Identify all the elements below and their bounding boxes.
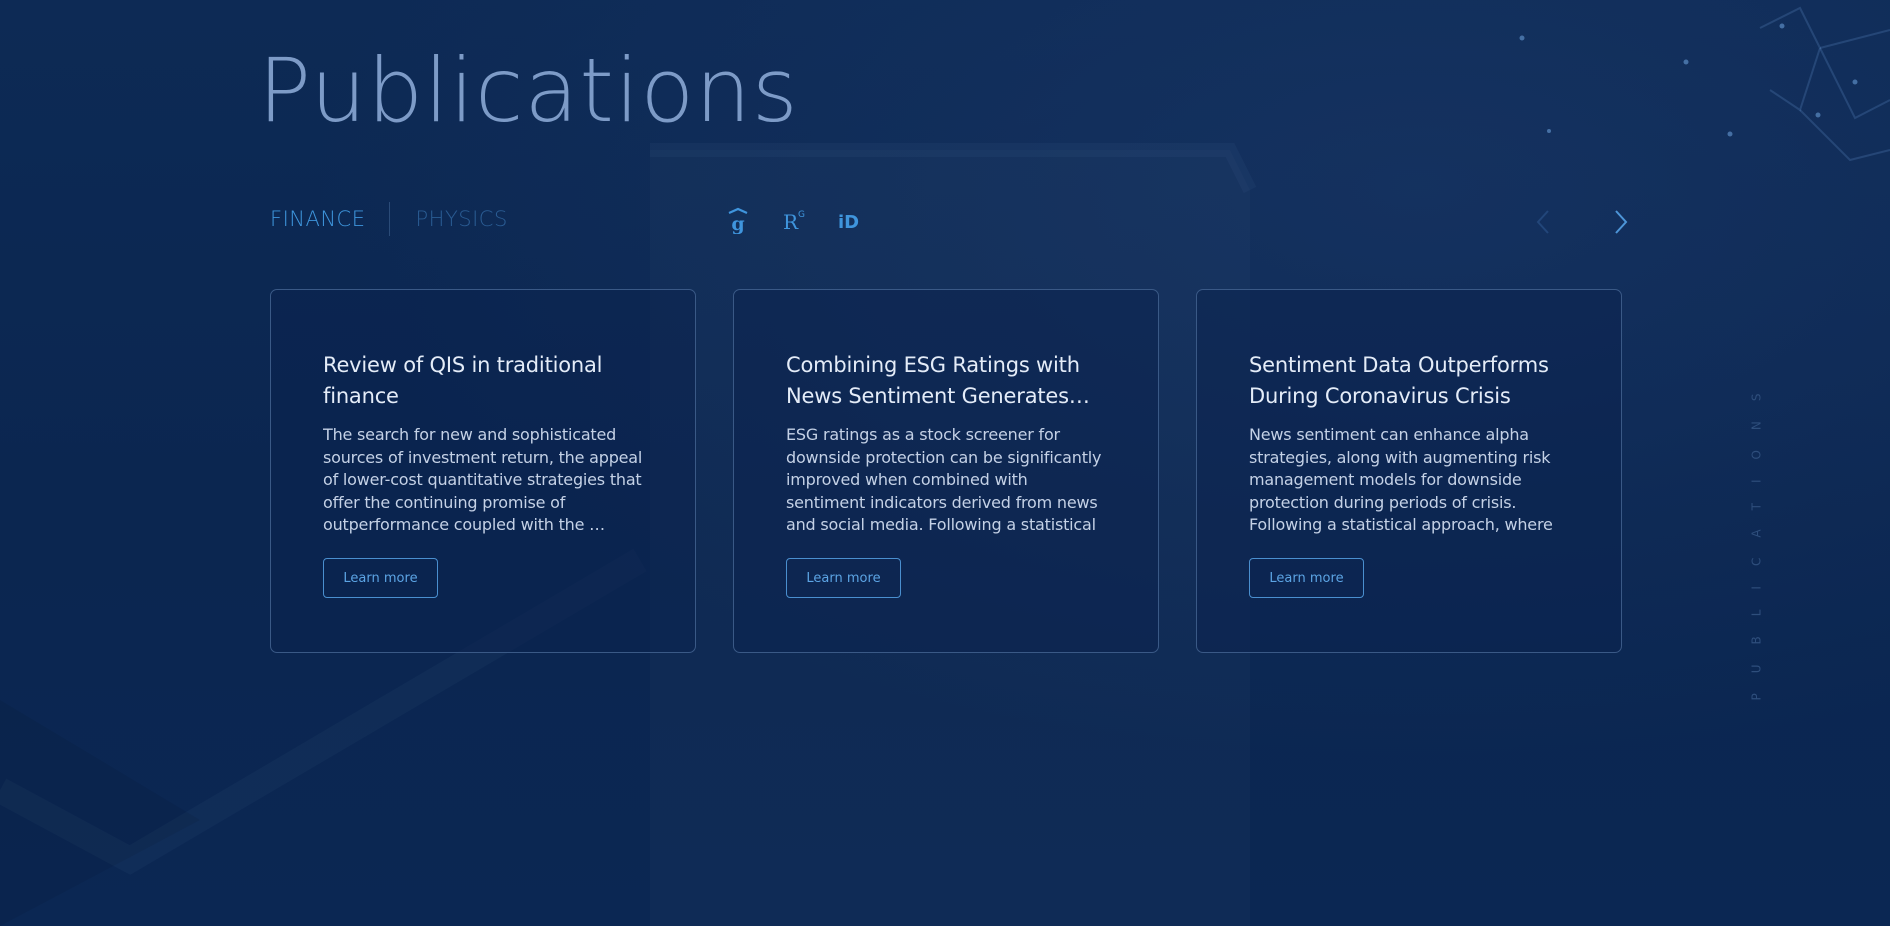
publication-cards: Review of QIS in traditional finance The… <box>270 289 1622 653</box>
svg-text:R: R <box>783 210 799 234</box>
learn-more-button[interactable]: Learn more <box>1249 558 1364 598</box>
publication-card: Review of QIS in traditional finance The… <box>270 289 696 653</box>
learn-more-button[interactable]: Learn more <box>323 558 438 598</box>
publication-card: Sentiment Data Outperforms During Corona… <box>1196 289 1622 653</box>
tab-finance[interactable]: FINANCE <box>270 202 366 236</box>
card-excerpt: The search for new and sophisticated sou… <box>323 425 643 534</box>
researchgate-icon[interactable]: R G <box>780 204 808 236</box>
profile-links: g R G iD <box>724 204 864 236</box>
google-scholar-icon[interactable]: g <box>724 204 752 236</box>
svg-text:G: G <box>798 210 805 220</box>
card-excerpt: ESG ratings as a stock screener for down… <box>786 425 1102 534</box>
learn-more-button[interactable]: Learn more <box>786 558 901 598</box>
orcid-icon[interactable]: iD <box>836 204 864 236</box>
tab-physics[interactable]: PHYSICS <box>416 202 508 236</box>
card-title: Sentiment Data Outperforms During Corona… <box>1249 353 1549 408</box>
side-section-label: PUBLICATIONS <box>1750 352 1764 722</box>
previous-arrow-icon[interactable] <box>1532 205 1556 239</box>
svg-text:iD: iD <box>838 212 859 233</box>
card-title: Review of QIS in traditional finance <box>323 353 603 408</box>
next-arrow-icon[interactable] <box>1608 205 1632 239</box>
card-title: Combining ESG Ratings with News Sentimen… <box>786 353 1090 408</box>
svg-text:g: g <box>731 213 744 234</box>
card-excerpt: News sentiment can enhance alpha strateg… <box>1249 425 1553 534</box>
category-tabs: FINANCE PHYSICS <box>270 202 508 236</box>
side-label-text: PUBLICATIONS <box>1750 373 1765 701</box>
page-title: Publications <box>258 39 799 142</box>
publication-card: Combining ESG Ratings with News Sentimen… <box>733 289 1159 653</box>
tab-divider <box>388 202 390 236</box>
